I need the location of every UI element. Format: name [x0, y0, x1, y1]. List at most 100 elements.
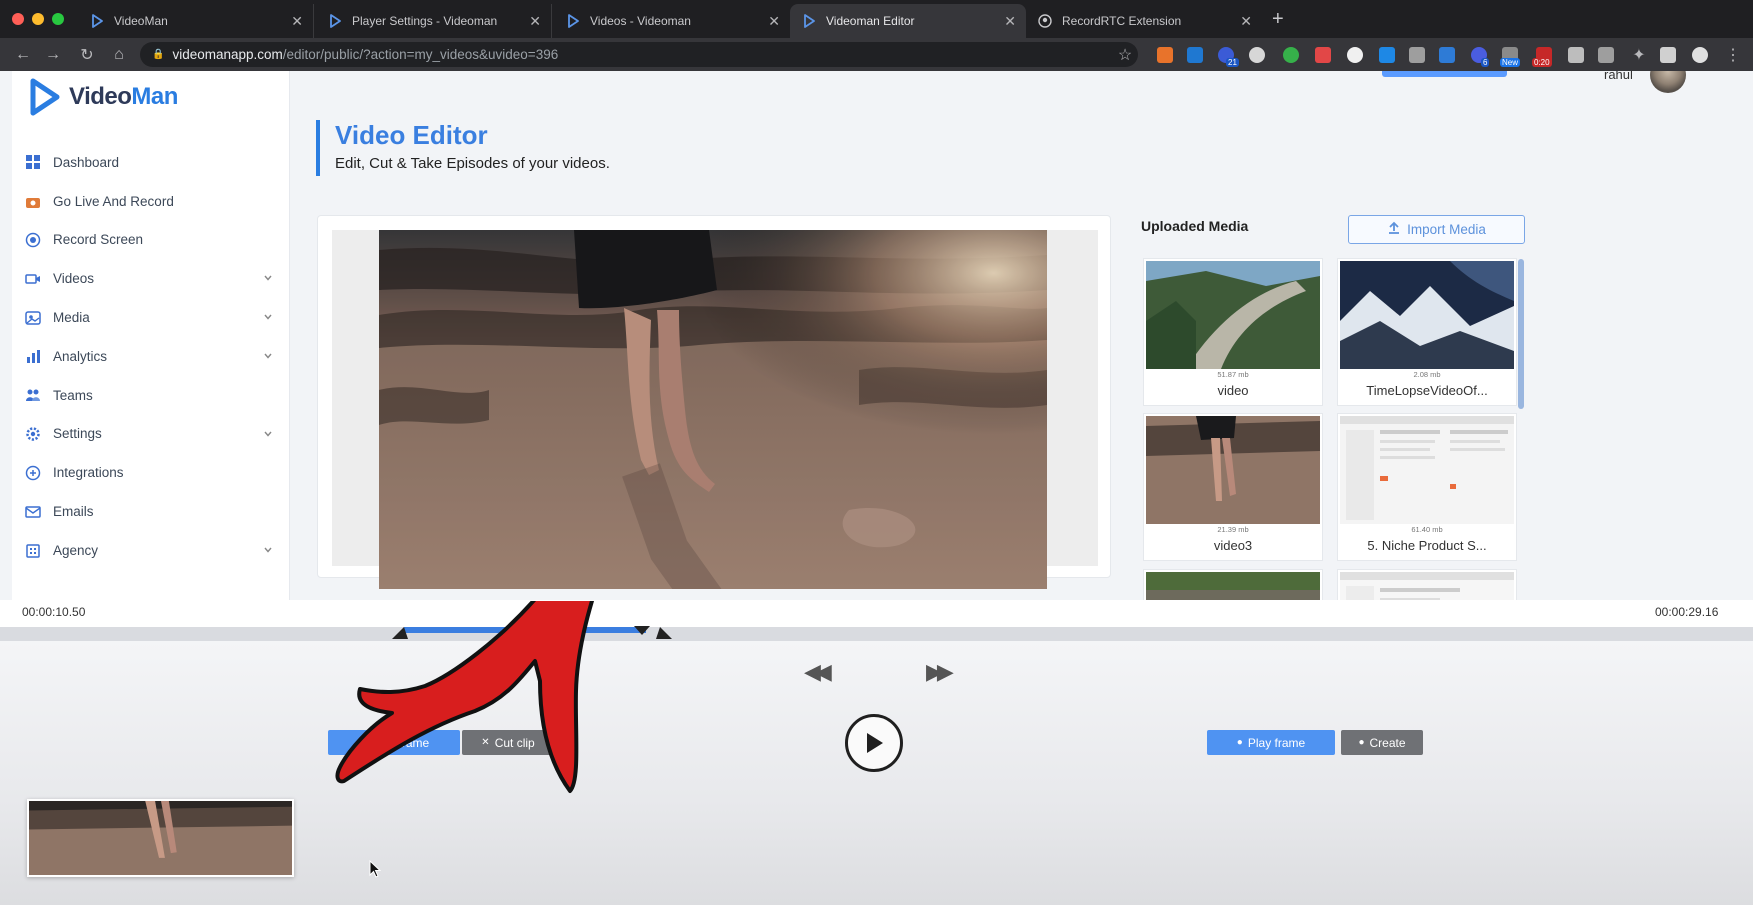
media-name: 5. Niche Product S... — [1367, 538, 1487, 553]
selected-range-bar[interactable] — [404, 627, 646, 633]
settings-icon — [25, 426, 41, 442]
videoman-favicon-icon — [90, 14, 104, 28]
extension-icon[interactable] — [1568, 47, 1584, 63]
clip-thumbnail[interactable] — [27, 799, 294, 877]
maximize-window-button[interactable] — [52, 13, 64, 25]
video-player[interactable] — [332, 230, 1098, 589]
close-tab-icon[interactable]: ✕ — [529, 13, 541, 30]
extension-icon[interactable] — [1379, 47, 1395, 63]
bookmark-star-icon[interactable]: ☆ — [1114, 44, 1136, 66]
extension-icon[interactable] — [1598, 47, 1614, 63]
sidebar-item-label: Dashboard — [53, 154, 120, 170]
browser-tab[interactable]: RecordRTC Extension ✕ — [1026, 4, 1262, 38]
create-button[interactable]: ● Create — [1341, 730, 1423, 755]
playhead-marker[interactable] — [634, 626, 650, 635]
media-scrollbar[interactable] — [1518, 259, 1524, 409]
sidebar-item-label: Teams — [53, 387, 93, 403]
sidebar-item-teams[interactable]: Teams — [25, 376, 283, 415]
media-size: 2.08 mb — [1413, 370, 1441, 379]
extension-icon[interactable] — [1249, 47, 1265, 63]
extension-icon[interactable] — [1347, 47, 1363, 63]
sidebar-item-label: Videos — [53, 271, 95, 287]
media-thumbnail — [1146, 416, 1320, 524]
browser-menu-icon[interactable]: ⋮ — [1722, 44, 1744, 66]
media-size: 21.39 mb — [1217, 525, 1249, 534]
sidebar-item-go-live[interactable]: Go Live And Record — [25, 182, 283, 221]
sidebar-item-dashboard[interactable]: Dashboard — [25, 143, 283, 182]
extension-icon[interactable] — [1409, 47, 1425, 63]
import-media-button[interactable]: Import Media — [1348, 215, 1525, 244]
chevron-down-icon[interactable] — [263, 310, 273, 325]
media-thumbnail — [1340, 261, 1514, 369]
play-frame-button[interactable]: ● Play frame — [1207, 730, 1335, 755]
minimize-window-button[interactable] — [32, 13, 44, 25]
upgrade-button[interactable] — [1382, 71, 1507, 77]
rss-extension-icon[interactable] — [1157, 47, 1173, 63]
sidebar-item-analytics[interactable]: Analytics — [25, 337, 283, 376]
record-icon — [25, 232, 41, 248]
recordrtc-favicon-icon — [1038, 14, 1052, 28]
cut-clip-button[interactable]: ✕ Cut clip — [462, 730, 554, 755]
forward-arrow-icon[interactable]: → — [42, 44, 64, 66]
title-accent-bar — [316, 120, 320, 176]
close-tab-icon[interactable]: ✕ — [768, 13, 780, 30]
sidebar-item-label: Analytics — [53, 348, 108, 364]
extension-icon[interactable] — [1660, 47, 1676, 63]
close-tab-icon[interactable]: ✕ — [1004, 13, 1016, 30]
close-tab-icon[interactable]: ✕ — [291, 13, 303, 30]
media-item[interactable]: 2.08 mb TimeLopseVideoOf... — [1337, 258, 1517, 406]
extension-badge: 21 — [1226, 58, 1239, 67]
range-end-handle[interactable] — [656, 627, 672, 639]
media-item[interactable]: 21.39 mb video3 — [1143, 413, 1323, 561]
sidebar-item-label: Agency — [53, 542, 99, 558]
play-icon — [867, 733, 883, 753]
browser-tab[interactable]: Videos - Videoman ✕ — [554, 4, 790, 38]
browser-tab-bar: VideoMan ✕ Player Settings - Videoman ✕ … — [0, 0, 1753, 38]
sidebar-item-record-screen[interactable]: Record Screen — [25, 221, 283, 260]
videoman-favicon-icon — [566, 14, 580, 28]
clip-start-time: 00:00:10.50 — [22, 605, 86, 619]
reload-icon[interactable]: ↻ — [76, 44, 98, 66]
videoman-logo[interactable]: VideoMan — [27, 77, 178, 117]
teams-icon — [25, 387, 41, 403]
sidebar-item-videos[interactable]: Videos — [25, 259, 283, 298]
chevron-down-icon[interactable] — [263, 271, 273, 286]
sidebar-item-integrations[interactable]: Integrations — [25, 453, 283, 492]
sidebar-item-settings[interactable]: Settings — [25, 415, 283, 454]
extension-icon[interactable] — [1315, 47, 1331, 63]
chevron-down-icon[interactable] — [263, 543, 273, 558]
home-icon[interactable]: ⌂ — [108, 44, 130, 66]
play-circle-icon: ● — [1236, 737, 1243, 748]
close-tab-icon[interactable]: ✕ — [1240, 13, 1252, 30]
extension-icon[interactable] — [1439, 47, 1455, 63]
back-arrow-icon[interactable]: ← — [12, 44, 34, 66]
avatar[interactable] — [1650, 71, 1686, 93]
extensions-puzzle-icon[interactable]: ✦ — [1628, 44, 1650, 66]
media-name: video — [1217, 383, 1249, 398]
sidebar-item-agency[interactable]: Agency — [25, 531, 283, 570]
sidebar-item-media[interactable]: Media — [25, 298, 283, 337]
browser-tab[interactable]: Player Settings - Videoman ✕ — [316, 4, 552, 38]
media-item[interactable]: 61.40 mb 5. Niche Product S... — [1337, 413, 1517, 561]
rewind-icon[interactable]: ◀◀ — [804, 659, 832, 685]
address-bar[interactable]: 🔒 videomanapp.com/editor/public/?action=… — [140, 42, 1138, 67]
close-window-button[interactable] — [12, 13, 24, 25]
media-size: 51.87 mb — [1217, 370, 1249, 379]
browser-tab[interactable]: VideoMan ✕ — [78, 4, 314, 38]
chevron-down-icon[interactable] — [263, 349, 273, 364]
chevron-down-icon[interactable] — [263, 427, 273, 442]
new-tab-icon[interactable]: + — [1272, 8, 1284, 31]
profile-avatar-icon[interactable] — [1692, 47, 1708, 63]
sidebar-item-emails[interactable]: Emails — [25, 492, 283, 531]
browser-tab-active[interactable]: Videoman Editor ✕ — [790, 4, 1026, 38]
video-preview-frame[interactable] — [379, 230, 1047, 589]
timeline-track[interactable] — [0, 627, 1753, 641]
download-extension-icon[interactable] — [1187, 47, 1203, 63]
extension-icon[interactable] — [1283, 47, 1299, 63]
play-frame-label: Play frame — [1247, 735, 1306, 750]
play-button[interactable] — [845, 714, 903, 772]
fast-forward-icon[interactable]: ▶▶ — [926, 659, 954, 685]
take-frame-button[interactable]: ■ Take frame — [328, 730, 460, 755]
media-item[interactable]: 51.87 mb video — [1143, 258, 1323, 406]
range-start-handle[interactable] — [392, 627, 408, 639]
